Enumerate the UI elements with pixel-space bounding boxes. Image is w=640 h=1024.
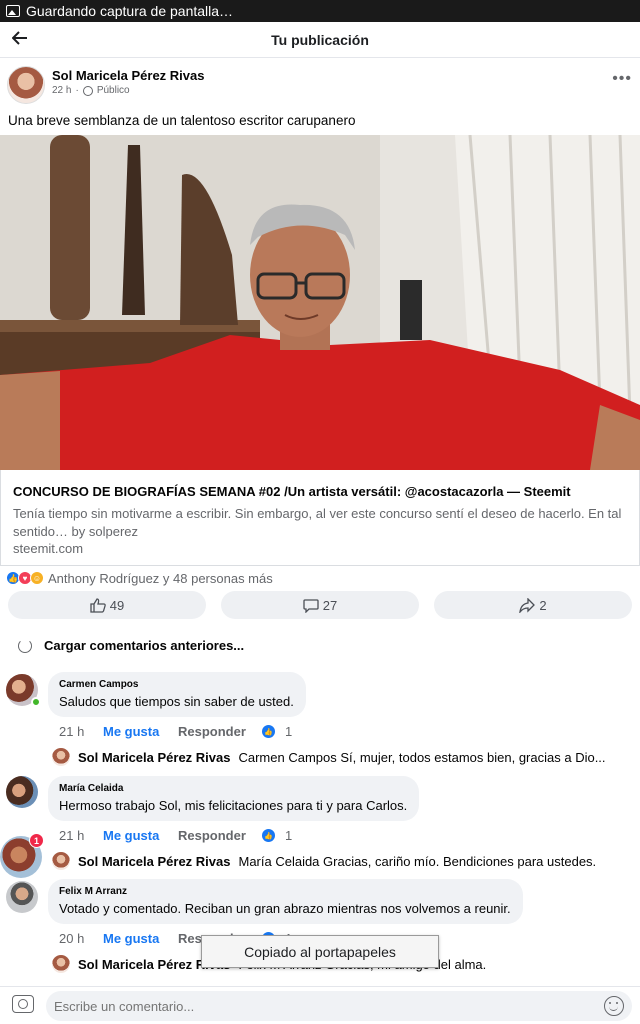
link-domain: steemit.com	[13, 541, 84, 556]
reply-author: Sol Maricela Pérez Rivas	[78, 853, 231, 869]
comment-actions: 21 h Me gusta Responder 👍 1	[59, 828, 292, 843]
comment-like-button[interactable]: Me gusta	[103, 931, 178, 946]
post-author-name[interactable]: Sol Maricela Pérez Rivas	[52, 68, 204, 83]
author-avatar[interactable]	[7, 66, 45, 104]
commenter-name[interactable]: María Celaida	[59, 783, 407, 794]
like-reaction-icon: 👍	[262, 829, 275, 842]
thumbs-up-icon	[90, 597, 106, 613]
comment-text: Hermoso trabajo Sol, mis felicitaciones …	[59, 798, 408, 813]
status-text: Guardando captura de pantalla…	[26, 3, 234, 19]
share-button[interactable]: 2	[434, 591, 632, 619]
camera-icon[interactable]	[12, 995, 34, 1013]
comment-button[interactable]: 27	[221, 591, 419, 619]
reply-preview[interactable]: Sol Maricela Pérez Rivas María Celaida G…	[52, 852, 596, 870]
comments-count: 27	[322, 597, 338, 613]
comment-text: Saludos que tiempos sin saber de usted.	[59, 694, 294, 709]
notification-badge: 1	[29, 833, 44, 848]
comment-input[interactable]	[46, 991, 632, 1021]
page-title: Tu publicación	[271, 31, 369, 48]
comment-text: Votado y comentado. Reciban un gran abra…	[59, 901, 511, 916]
comment-actions: 21 h Me gusta Responder 👍 1	[59, 724, 292, 739]
reactions-summary[interactable]: 👍 ♥ ☺ Anthony Rodríguez y 48 personas má…	[6, 570, 273, 586]
link-description: Tenía tiempo sin motivarme a escribir. S…	[13, 506, 622, 539]
post-privacy: Público	[96, 85, 130, 96]
reply-avatar	[52, 852, 70, 870]
comment-reply-button[interactable]: Responder	[178, 828, 262, 843]
commenter-avatar[interactable]	[6, 881, 38, 913]
post-photo[interactable]	[0, 135, 640, 470]
commenter-avatar[interactable]	[6, 776, 38, 808]
top-bar: Tu publicación	[0, 22, 640, 58]
reply-author: Sol Maricela Pérez Rivas	[78, 749, 231, 765]
comment-time: 21 h	[59, 828, 85, 843]
care-reaction-icon: ☺	[30, 571, 44, 585]
comment-bubble[interactable]: Felix M Arranz Votado y comentado. Recib…	[48, 879, 523, 924]
comment-icon	[303, 598, 319, 613]
comment-time: 20 h	[59, 931, 85, 946]
comment-composer	[0, 986, 640, 1024]
reactions-text: Anthony Rodríguez y 48 personas más	[48, 570, 273, 586]
system-status-bar: Guardando captura de pantalla…	[0, 0, 640, 22]
share-icon	[519, 597, 536, 613]
likes-count: 49	[109, 597, 125, 613]
comment-bubble[interactable]: María Celaida Hermoso trabajo Sol, mis f…	[48, 776, 420, 821]
clipboard-toast: Copiado al portapapeles	[201, 935, 439, 968]
reply-preview[interactable]: Sol Maricela Pérez Rivas Carmen Campos S…	[52, 748, 606, 766]
reply-text: María Celaida Gracias, cariño mío. Bendi…	[238, 853, 597, 869]
screenshot-icon	[6, 5, 20, 17]
like-button[interactable]: 49	[8, 591, 206, 619]
comment-bubble[interactable]: Carmen Campos Saludos que tiempos sin sa…	[48, 672, 306, 717]
post-header: Sol Maricela Pérez Rivas 22 h · Público …	[0, 64, 640, 108]
commenter-name[interactable]: Carmen Campos	[59, 679, 294, 690]
back-arrow-icon[interactable]	[8, 26, 32, 50]
more-options-icon[interactable]: •••	[612, 70, 632, 88]
link-title: CONCURSO DE BIOGRAFÍAS SEMANA #02 /Un ar…	[13, 484, 571, 499]
comment-like-button[interactable]: Me gusta	[103, 724, 178, 739]
online-indicator	[31, 697, 41, 707]
commenter-name[interactable]: Felix M Arranz	[59, 886, 511, 897]
comment-reply-button[interactable]: Responder	[178, 724, 262, 739]
like-reaction-icon: 👍	[262, 725, 275, 738]
comment-time: 21 h	[59, 724, 85, 739]
post-actions: 49 27 2	[8, 591, 632, 619]
reply-avatar	[52, 748, 70, 766]
post-time[interactable]: 22 h	[52, 85, 71, 96]
post-meta: 22 h · Público	[52, 85, 130, 96]
reply-avatar	[52, 955, 70, 973]
load-previous-label: Cargar comentarios anteriores...	[44, 638, 245, 653]
comment-like-button[interactable]: Me gusta	[103, 828, 178, 843]
comment-like-count: 1	[285, 724, 293, 739]
refresh-icon	[18, 638, 32, 653]
comment-like-count: 1	[285, 828, 293, 843]
load-previous-comments[interactable]: Cargar comentarios anteriores...	[18, 638, 244, 653]
globe-icon	[82, 85, 93, 96]
emoji-icon[interactable]	[604, 996, 624, 1016]
reply-text: Carmen Campos Sí, mujer, todos estamos b…	[238, 749, 606, 765]
shares-count: 2	[539, 597, 547, 613]
link-preview-card[interactable]: CONCURSO DE BIOGRAFÍAS SEMANA #02 /Un ar…	[0, 470, 640, 566]
post-text: Una breve semblanza de un talentoso escr…	[8, 113, 356, 128]
